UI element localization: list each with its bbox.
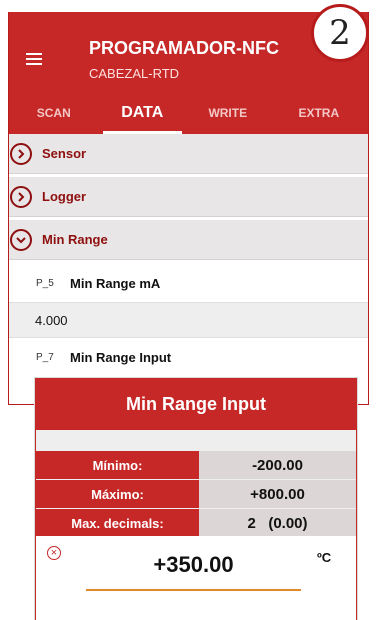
info-value: +800.00 xyxy=(199,480,356,508)
section-min-range[interactable]: Min Range xyxy=(9,220,368,260)
chevron-down-icon xyxy=(10,228,32,251)
menu-icon[interactable] xyxy=(26,53,42,65)
tab-data[interactable]: DATA xyxy=(99,92,187,134)
info-label: Mínimo: xyxy=(36,451,199,479)
unit-label: ºC xyxy=(317,550,332,565)
info-label: Max. decimals: xyxy=(36,509,199,537)
app-title: PROGRAMADOR-NFC xyxy=(89,38,279,58)
section-label: Min Range xyxy=(42,232,108,247)
step-badge: 2 xyxy=(311,4,369,62)
info-row-decimals: Max. decimals: 2 (0.00) xyxy=(36,509,356,537)
info-value: -200.00 xyxy=(199,451,356,479)
input-underline xyxy=(86,589,301,591)
tab-scan[interactable]: SCAN xyxy=(9,92,99,134)
chevron-right-icon xyxy=(10,142,32,165)
tab-bar: SCAN DATA WRITE EXTRA xyxy=(9,92,368,134)
section-label: Logger xyxy=(42,189,87,204)
app-screen: PROGRAMADOR-NFC CABEZAL-RTD SCAN DATA WR… xyxy=(8,12,369,405)
param-value-field[interactable]: 4.000 xyxy=(9,302,368,338)
section-sensor[interactable]: Sensor xyxy=(9,134,368,174)
input-dialog: Min Range Input Mínimo: -200.00 Máximo: … xyxy=(35,378,357,620)
param-code: P_5 xyxy=(36,277,54,289)
section-logger[interactable]: Logger xyxy=(9,177,368,217)
clear-icon[interactable]: × xyxy=(47,546,61,560)
param-label: Min Range Input xyxy=(70,349,172,365)
value-entry: × +350.00 ºC xyxy=(36,536,356,620)
value-input[interactable]: +350.00 xyxy=(86,552,301,578)
param-code: P_7 xyxy=(36,351,54,363)
info-row-max: Máximo: +800.00 xyxy=(36,480,356,508)
param-label: Min Range mA xyxy=(70,275,161,291)
tab-extra[interactable]: EXTRA xyxy=(270,92,368,134)
info-value: 2 (0.00) xyxy=(199,509,356,537)
info-label: Máximo: xyxy=(36,480,199,508)
param-row-p5: P_5 Min Range mA xyxy=(9,265,368,301)
chevron-right-icon xyxy=(10,185,32,208)
step-number: 2 xyxy=(329,13,351,53)
section-label: Sensor xyxy=(42,146,87,161)
dialog-title: Min Range Input xyxy=(36,378,356,430)
info-row-min: Mínimo: -200.00 xyxy=(36,451,356,479)
tab-write[interactable]: WRITE xyxy=(186,92,270,134)
param-row-p7[interactable]: P_7 Min Range Input xyxy=(9,339,368,375)
app-subtitle: CABEZAL-RTD xyxy=(89,66,180,81)
